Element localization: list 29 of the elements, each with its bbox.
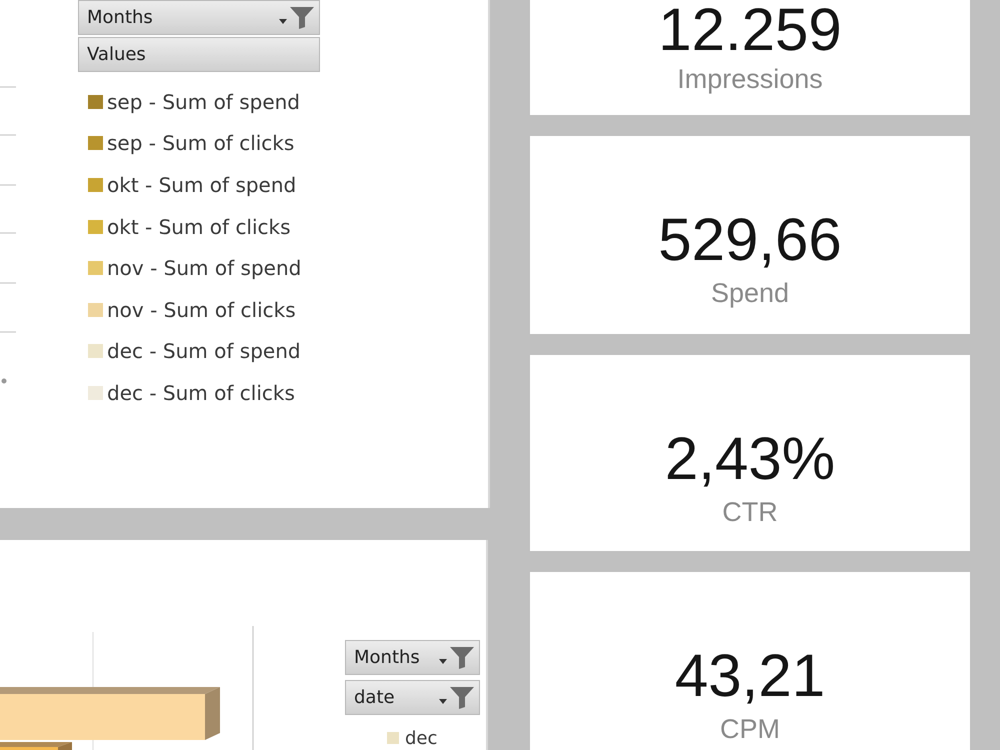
legend-label: sep - Sum of clicks (107, 131, 294, 156)
legend-label: dec - Sum of spend (107, 339, 301, 364)
kpi-label: CTR (722, 496, 778, 528)
field-button[interactable]: date (345, 680, 480, 715)
kpi-label: Spend (710, 277, 790, 309)
field-button[interactable]: Months (78, 0, 320, 35)
kpi-value: 12.259 (658, 0, 842, 60)
legend-label: okt - Sum of spend (107, 172, 296, 197)
chart-bar (0, 742, 72, 750)
dropdown-caret-icon (439, 699, 447, 704)
legend-label: nov - Sum of clicks (107, 298, 296, 322)
data-point-marker (2, 378, 6, 384)
kpi-value: 43,21 (674, 646, 826, 706)
kpi-label: Impressions (677, 63, 823, 95)
field-button[interactable]: Values (78, 37, 320, 72)
legend-label: dec (405, 728, 438, 748)
filter-icon (290, 6, 314, 28)
filter-icon (450, 646, 474, 668)
dropdown-caret-icon (279, 19, 287, 24)
kpi-value: 2,43% (664, 429, 836, 489)
field-button[interactable]: Months (345, 640, 480, 675)
legend-label: sep - Sum of spend (107, 90, 300, 114)
kpi-value: 529,66 (658, 210, 842, 270)
legend-label: okt - Sum of clicks (107, 214, 291, 239)
filter-icon (450, 686, 474, 708)
dropdown-caret-icon (439, 659, 447, 664)
legend-label: dec - Sum of clicks (107, 380, 295, 405)
kpi-label: CPM (720, 713, 780, 745)
legend-label: nov - Sum of spend (107, 256, 302, 280)
